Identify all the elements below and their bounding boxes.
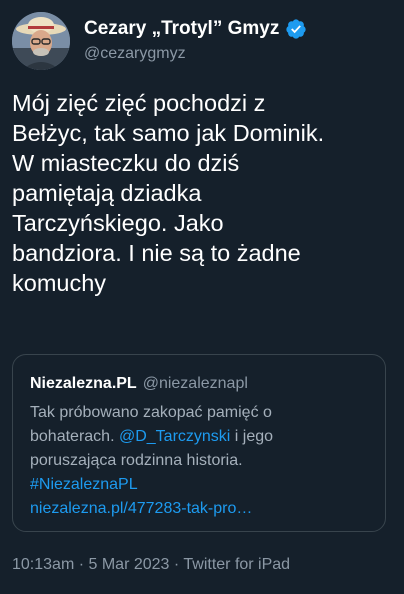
- quoted-text-line: poruszająca rodzinna historia.: [30, 452, 243, 469]
- separator-dot: ·: [78, 556, 85, 573]
- tweet-date[interactable]: 5 Mar 2023: [89, 556, 170, 573]
- verified-badge-icon: [285, 18, 307, 40]
- tweet-source: Twitter for iPad: [183, 556, 291, 573]
- author-avatar[interactable]: [12, 12, 70, 70]
- tweet-text: Mój zięć zięć pochodzi z Bełżyc, tak sam…: [12, 90, 325, 296]
- avatar-image: [12, 12, 70, 70]
- quoted-text-segment: bohaterach.: [30, 428, 115, 445]
- quoted-text-line: Tak próbowano zakopać pamięć o: [30, 404, 272, 421]
- tweet-header: Cezary „Trotyl” Gmyz @cezarygmyz: [12, 12, 392, 70]
- quoted-author-handle[interactable]: @niezaleznapl: [143, 375, 248, 393]
- author-display-name[interactable]: Cezary „Trotyl” Gmyz: [84, 18, 279, 40]
- quoted-tweet[interactable]: Niezalezna.PL @niezaleznapl Tak próbowan…: [12, 354, 386, 532]
- display-name-row: Cezary „Trotyl” Gmyz: [84, 16, 307, 42]
- quoted-tweet-header: Niezalezna.PL @niezaleznapl: [30, 375, 248, 393]
- quoted-author-name[interactable]: Niezalezna.PL: [30, 375, 137, 393]
- tweet-metadata: 10:13am · 5 Mar 2023 · Twitter for iPad: [12, 556, 290, 574]
- author-handle[interactable]: @cezarygmyz: [84, 45, 307, 63]
- tweet-time[interactable]: 10:13am: [12, 556, 74, 573]
- separator-dot: ·: [173, 556, 180, 573]
- url-link[interactable]: niezalezna.pl/477283-tak-pro…: [30, 497, 372, 521]
- mention-link[interactable]: @D_Tarczynski: [119, 428, 230, 445]
- quoted-text-line: bohaterach. @D_Tarczynski i jego: [30, 425, 372, 449]
- tweet-card: Cezary „Trotyl” Gmyz @cezarygmyz Mój zię…: [0, 0, 404, 594]
- quoted-tweet-text: Tak próbowano zakopać pamięć o bohaterac…: [30, 401, 372, 521]
- quoted-text-segment: i jego: [234, 428, 274, 445]
- hashtag-link[interactable]: #NiezaleznaPL: [30, 473, 372, 497]
- author-names: Cezary „Trotyl” Gmyz @cezarygmyz: [84, 16, 307, 63]
